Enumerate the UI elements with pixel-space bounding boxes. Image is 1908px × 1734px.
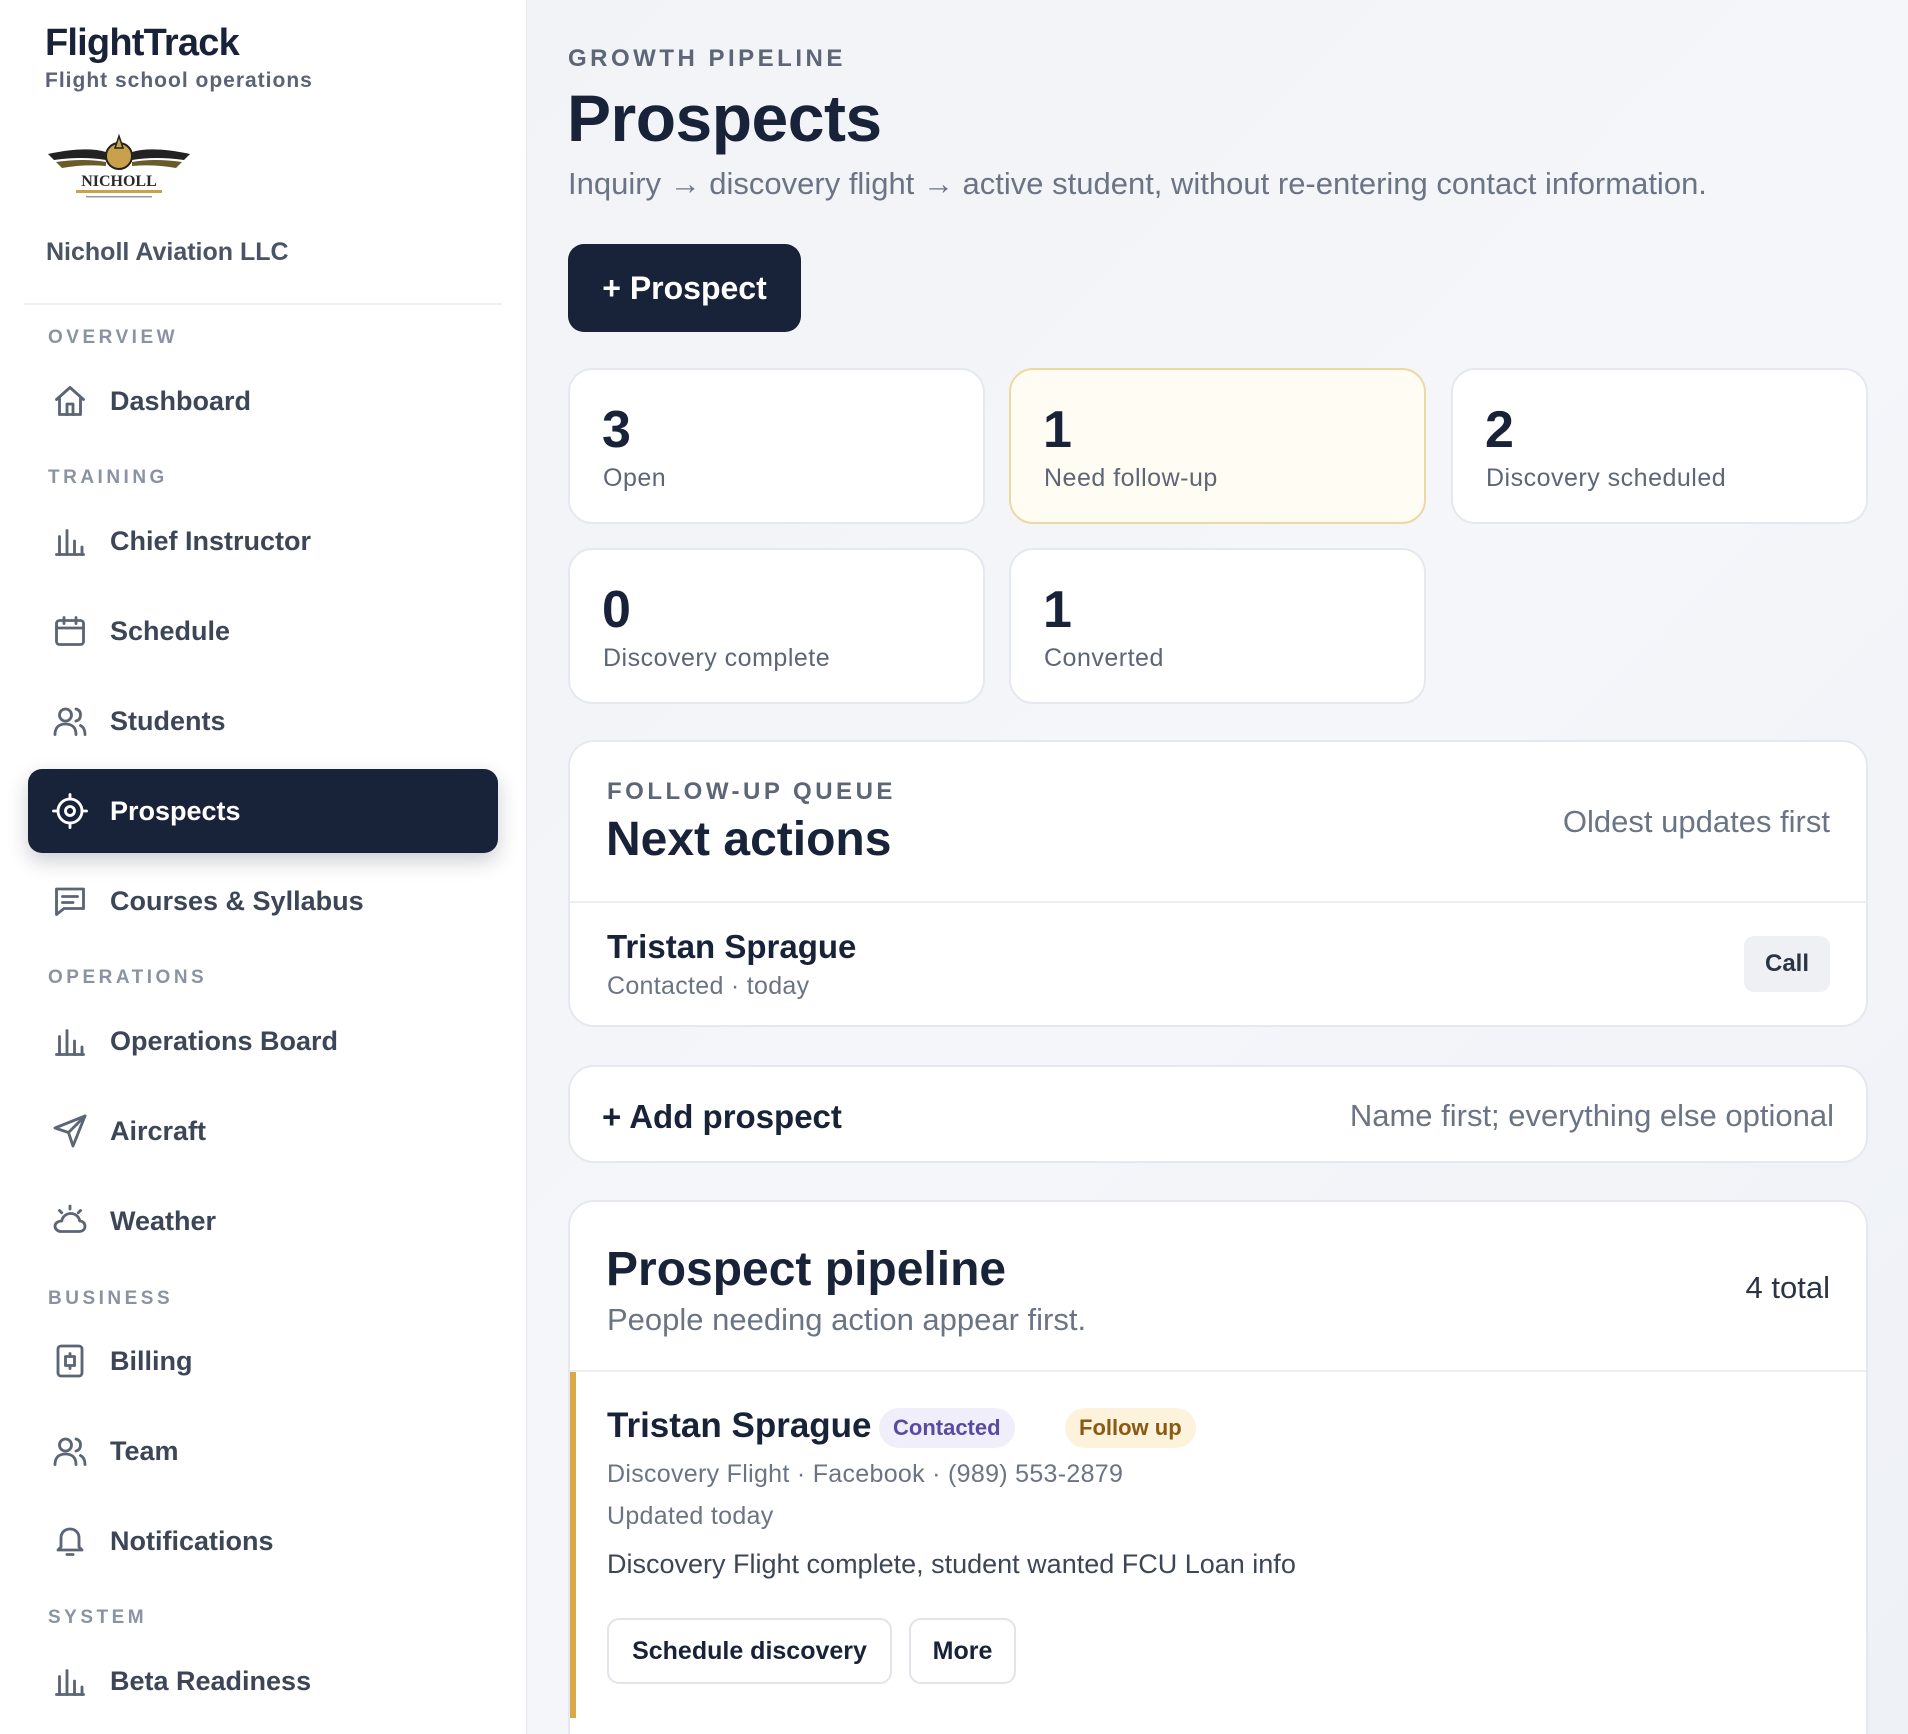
page-eyebrow: GROWTH PIPELINE <box>568 45 846 72</box>
prospect-meta: Discovery Flight · Facebook · (989) 553-… <box>607 1460 1124 1488</box>
stat-card-open[interactable]: 3 Open <box>568 368 985 524</box>
svg-text:NICHOLL: NICHOLL <box>81 173 157 190</box>
stat-label: Open <box>603 464 667 492</box>
stat-value: 1 <box>1043 401 1072 459</box>
sidebar: FlightTrack Flight school operations NIC… <box>0 0 527 1734</box>
sidebar-item-schedule[interactable]: Schedule <box>28 589 498 673</box>
add-prospect-hint: Name first; everything else optional <box>1349 1098 1834 1133</box>
schedule-discovery-button[interactable]: Schedule discovery <box>607 1618 892 1684</box>
target-icon <box>50 791 90 831</box>
sidebar-item-notifications[interactable]: Notifications <box>28 1499 498 1583</box>
stat-label: Converted <box>1044 644 1164 672</box>
add-prospect-label: + Add prospect <box>602 1098 842 1135</box>
bar-chart-icon <box>50 1021 90 1061</box>
stat-value: 3 <box>602 401 631 459</box>
message-square-icon <box>50 881 90 921</box>
bar-chart-icon <box>50 1661 90 1701</box>
send-icon <box>50 1111 90 1151</box>
page-subtitle: Inquiry → discovery flight → active stud… <box>568 166 1707 201</box>
sidebar-item-chief-instructor[interactable]: Chief Instructor <box>28 499 498 583</box>
follow-up-badge: Follow up <box>1065 1408 1196 1448</box>
stat-label: Discovery scheduled <box>1486 464 1727 492</box>
sidebar-item-label: Chief Instructor <box>110 525 312 556</box>
main-content: GROWTH PIPELINE Prospects Inquiry → disc… <box>527 0 1908 1734</box>
add-prospect-button[interactable]: + Prospect <box>568 244 801 332</box>
stat-card-discovery-complete[interactable]: 0 Discovery complete <box>568 548 985 704</box>
org-name: Nicholl Aviation LLC <box>46 238 289 266</box>
more-button[interactable]: More <box>909 1618 1016 1684</box>
org-logo: NICHOLL <box>48 133 190 198</box>
sidebar-divider <box>24 303 502 305</box>
brand: FlightTrack Flight school operations <box>45 22 313 93</box>
queue-eyebrow: FOLLOW-UP QUEUE <box>607 778 896 805</box>
sidebar-item-label: Team <box>110 1435 179 1466</box>
stat-value: 1 <box>1043 581 1072 639</box>
pipeline-count: 4 total <box>1745 1270 1830 1305</box>
queue-item-name[interactable]: Tristan Sprague <box>607 928 856 966</box>
section-operations: OPERATIONS <box>48 967 208 988</box>
queue-item-meta: Contacted · today <box>607 972 810 1000</box>
stat-card-need-follow-up[interactable]: 1 Need follow-up <box>1009 368 1426 524</box>
calendar-icon <box>50 611 90 651</box>
prospect-updated: Updated today <box>607 1502 774 1530</box>
sidebar-item-label: Dashboard <box>110 385 252 416</box>
sidebar-item-prospects[interactable]: Prospects <box>28 769 498 853</box>
sidebar-item-students[interactable]: Students <box>28 679 498 763</box>
sidebar-item-label: Billing <box>110 1345 193 1376</box>
sidebar-item-weather[interactable]: Weather <box>28 1179 498 1263</box>
sidebar-item-label: Operations Board <box>110 1025 339 1056</box>
bell-icon <box>50 1521 90 1561</box>
sidebar-item-label: Schedule <box>110 615 231 646</box>
queue-sort-hint: Oldest updates first <box>1562 804 1830 839</box>
sidebar-item-operations-board[interactable]: Operations Board <box>28 999 498 1083</box>
sidebar-item-label: Notifications <box>110 1525 274 1556</box>
section-business: BUSINESS <box>48 1288 174 1309</box>
queue-title: Next actions <box>606 813 892 866</box>
add-prospect-bar[interactable]: + Add prospect Name first; everything el… <box>568 1065 1868 1163</box>
pipeline-title: Prospect pipeline <box>606 1243 1007 1296</box>
sidebar-item-courses[interactable]: Courses & Syllabus <box>28 859 498 943</box>
stat-value: 2 <box>1485 401 1514 459</box>
section-training: TRAINING <box>48 467 168 488</box>
call-button[interactable]: Call <box>1744 936 1830 992</box>
pipeline-divider <box>570 1370 1866 1372</box>
queue-divider <box>570 901 1866 903</box>
sidebar-item-label: Courses & Syllabus <box>110 885 364 916</box>
users-icon <box>50 1431 90 1471</box>
sidebar-item-label: Students <box>110 705 226 736</box>
sidebar-item-label: Aircraft <box>110 1115 207 1146</box>
stat-value: 0 <box>602 581 631 639</box>
prospect-pipeline-panel: Prospect pipeline People needing action … <box>568 1200 1868 1734</box>
sidebar-item-team[interactable]: Team <box>28 1409 498 1493</box>
follow-up-queue-panel: FOLLOW-UP QUEUE Next actions Oldest upda… <box>568 740 1868 1027</box>
prospect-name[interactable]: Tristan Sprague <box>607 1406 872 1446</box>
bar-chart-icon <box>50 521 90 561</box>
home-icon <box>50 381 90 421</box>
app-name: FlightTrack <box>45 22 240 64</box>
status-badge: Contacted <box>879 1408 1015 1448</box>
stat-card-converted[interactable]: 1 Converted <box>1009 548 1426 704</box>
sidebar-item-label: Beta Readiness <box>110 1665 312 1696</box>
cloud-sun-icon <box>50 1201 90 1241</box>
page-title: Prospects <box>567 81 882 155</box>
pipeline-subtitle: People needing action appear first. <box>607 1302 1087 1337</box>
section-system: SYSTEM <box>48 1607 148 1628</box>
sidebar-item-label: Prospects <box>110 795 241 826</box>
sidebar-item-billing[interactable]: Billing <box>28 1319 498 1403</box>
sidebar-item-beta-readiness[interactable]: Beta Readiness <box>28 1639 498 1723</box>
receipt-icon <box>50 1341 90 1381</box>
stat-label: Discovery complete <box>603 644 831 672</box>
stat-card-discovery-scheduled[interactable]: 2 Discovery scheduled <box>1451 368 1868 524</box>
sidebar-item-label: Weather <box>110 1205 217 1236</box>
prospect-note: Discovery Flight complete, student wante… <box>607 1549 1296 1579</box>
users-icon <box>50 701 90 741</box>
section-overview: OVERVIEW <box>48 327 179 348</box>
sidebar-item-dashboard[interactable]: Dashboard <box>28 359 498 443</box>
follow-up-accent-bar <box>570 1372 576 1718</box>
app-tagline: Flight school operations <box>45 69 313 92</box>
stat-label: Need follow-up <box>1044 464 1218 492</box>
sidebar-item-aircraft[interactable]: Aircraft <box>28 1089 498 1173</box>
